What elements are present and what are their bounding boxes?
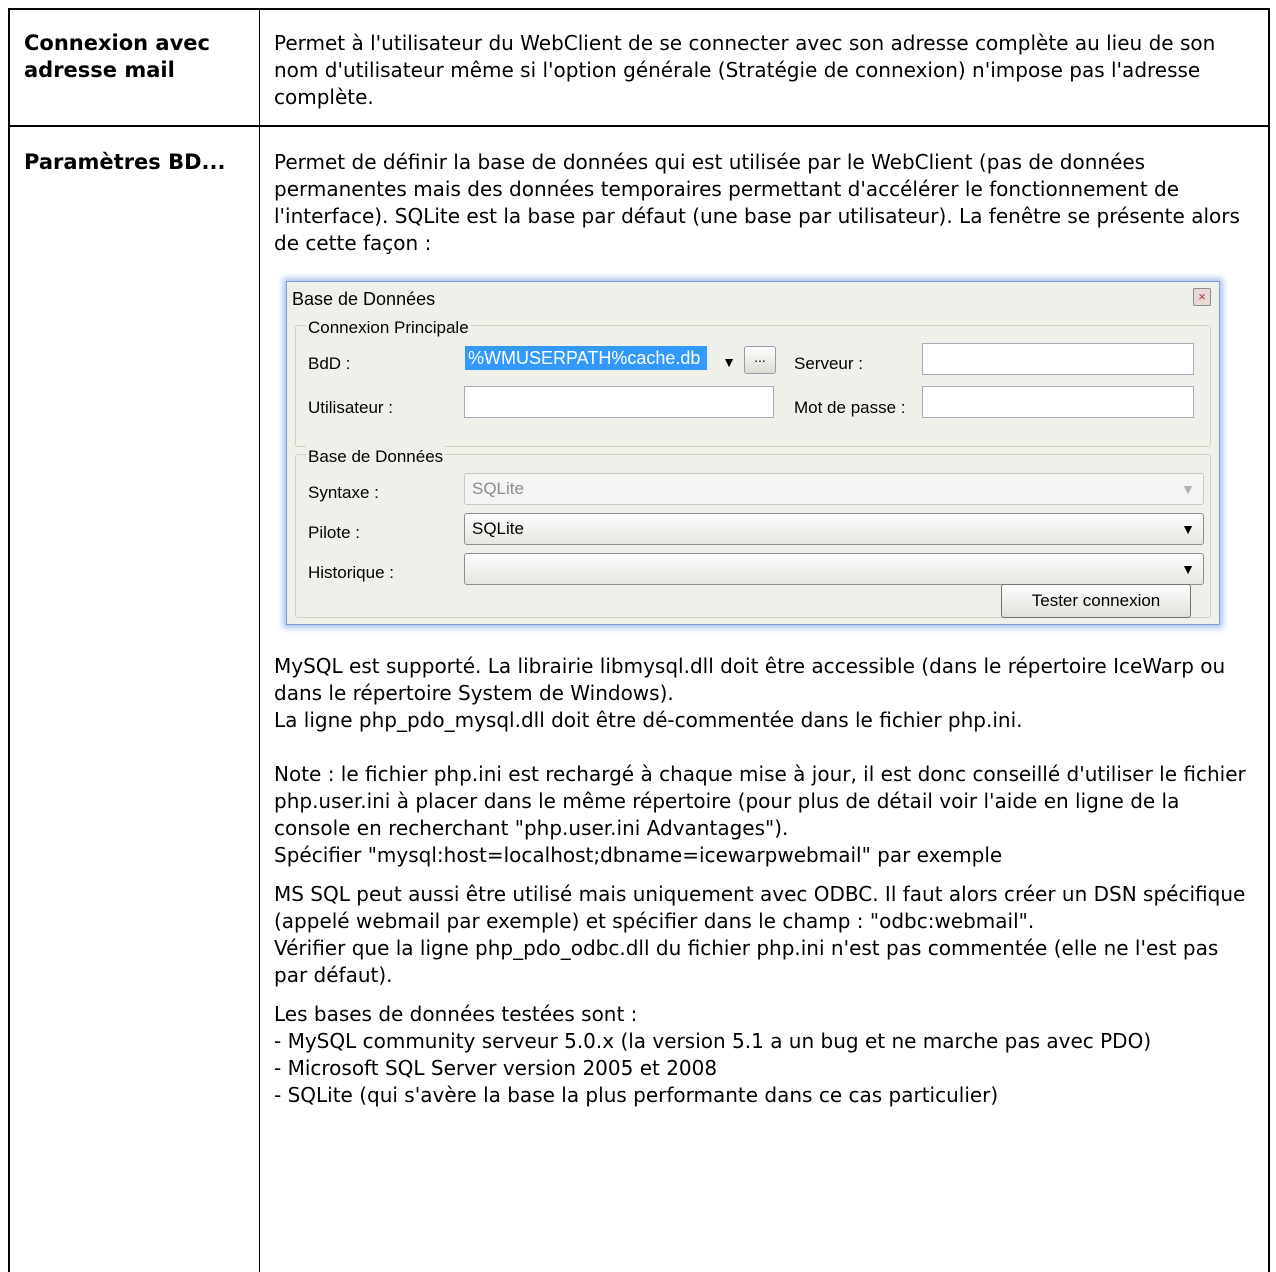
bdd-combo[interactable]: %WMUSERPATH%cache.db ▼ xyxy=(464,343,736,375)
table-row: Connexion avec adresse mail Permet à l'u… xyxy=(8,8,1270,127)
browse-button[interactable]: ... xyxy=(744,346,776,374)
intro-paragraph: Permet de définir la base de données qui… xyxy=(274,150,1240,255)
bdd-label: BdD : xyxy=(308,354,351,373)
row-label: Connexion avec adresse mail xyxy=(10,10,260,125)
close-icon[interactable]: × xyxy=(1193,288,1211,306)
row-description: Permet à l'utilisateur du WebClient de s… xyxy=(260,10,1268,125)
motdepasse-label: Mot de passe : xyxy=(794,398,906,417)
dialog-title: Base de Données xyxy=(292,289,436,309)
db-settings-dialog: Base de Données × Connexion Principale B… xyxy=(286,281,1220,625)
bdd-value[interactable]: %WMUSERPATH%cache.db xyxy=(465,346,707,370)
chevron-down-icon[interactable]: ▼ xyxy=(722,349,736,376)
syntaxe-label: Syntaxe : xyxy=(308,483,379,502)
utilisateur-label: Utilisateur : xyxy=(308,398,394,417)
group-connexion-principale: Connexion Principale BdD : %WMUSERPATH%c… xyxy=(295,314,1211,447)
serveur-label: Serveur : xyxy=(794,354,863,373)
group-title: Base de Données xyxy=(306,443,446,470)
chevron-down-icon[interactable]: ▼ xyxy=(1181,554,1195,584)
test-connection-button[interactable]: Tester connexion xyxy=(1001,584,1191,618)
syntaxe-select: SQLite ▼ xyxy=(464,473,1204,505)
mysql-paragraph: MySQL est supporté. La librairie libmysq… xyxy=(274,654,1226,732)
pilote-label: Pilote : xyxy=(308,523,360,542)
pilote-value: SQLite xyxy=(472,519,524,538)
chevron-down-icon: ▼ xyxy=(1181,481,1195,497)
utilisateur-input[interactable] xyxy=(464,386,774,418)
tested-db-paragraph: Les bases de données testées sont : - My… xyxy=(274,1002,1152,1107)
historique-select[interactable]: ▼ xyxy=(464,553,1204,585)
motdepasse-input[interactable] xyxy=(922,386,1194,418)
row-description: Permet de définir la base de données qui… xyxy=(260,127,1268,1272)
group-title: Connexion Principale xyxy=(306,314,471,341)
row-description-text: Permet à l'utilisateur du WebClient de s… xyxy=(274,31,1216,109)
table-row: Paramètres BD... Permet de définir la ba… xyxy=(8,127,1270,1272)
pilote-select[interactable]: SQLite ▼ xyxy=(464,513,1204,545)
doc-table: Connexion avec adresse mail Permet à l'u… xyxy=(8,8,1270,1272)
note-paragraph: Note : le fichier php.ini est rechargé à… xyxy=(274,762,1246,867)
mssql-paragraph: MS SQL peut aussi être utilisé mais uniq… xyxy=(274,882,1246,987)
historique-label: Historique : xyxy=(308,563,394,582)
syntaxe-value: SQLite xyxy=(472,479,524,498)
row-label: Paramètres BD... xyxy=(10,127,260,1272)
serveur-input[interactable] xyxy=(922,343,1194,375)
chevron-down-icon[interactable]: ▼ xyxy=(1181,514,1195,544)
